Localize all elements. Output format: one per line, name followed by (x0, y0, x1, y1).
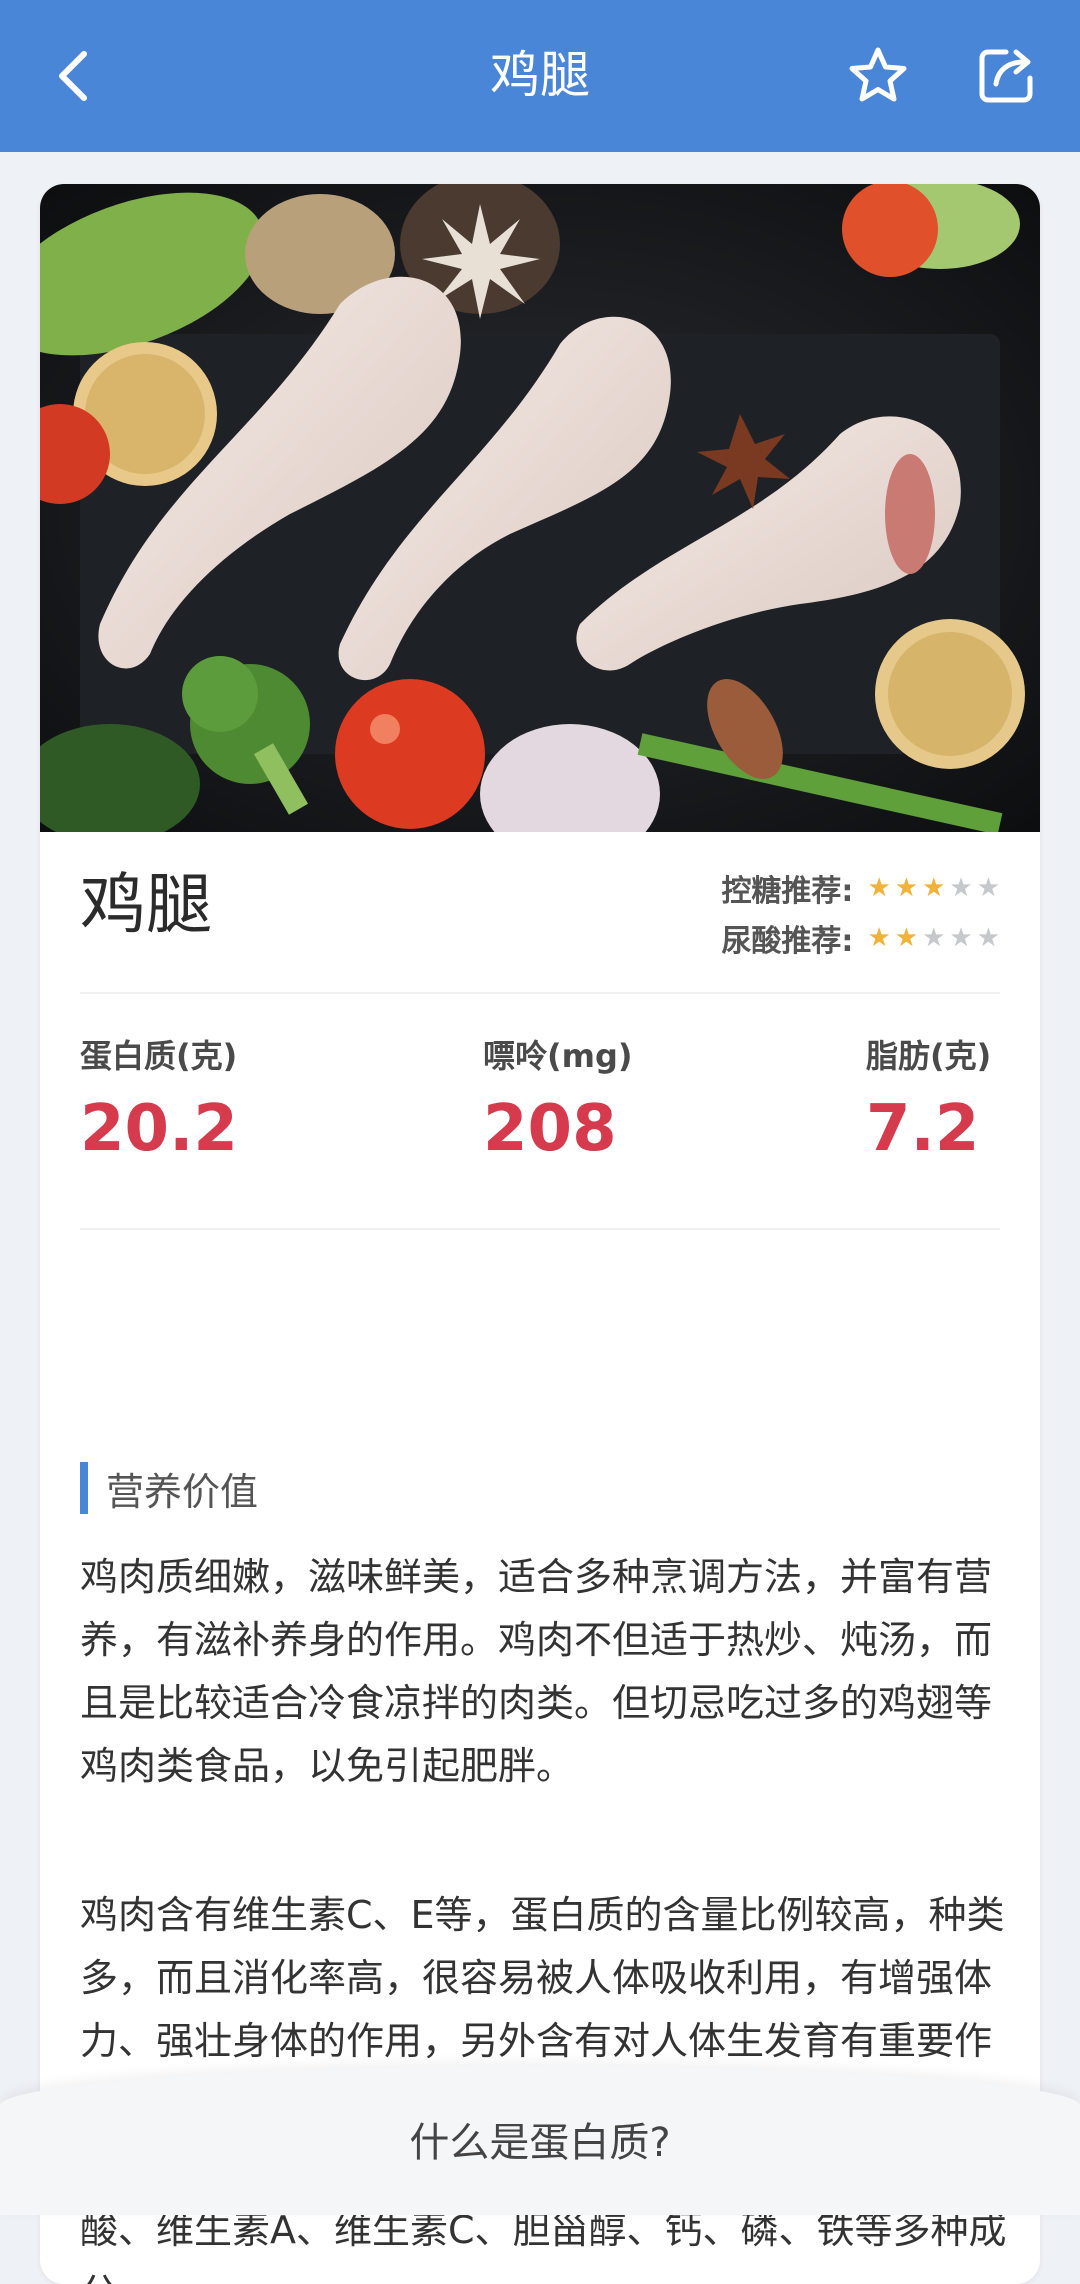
related-question[interactable]: 什么是蛋白质? (0, 2110, 1080, 2168)
star-outline-icon[interactable] (838, 36, 918, 116)
star-filled-icon: ★ (922, 873, 946, 903)
star-empty-icon: ★ (976, 923, 1000, 953)
nutrient-label: 脂肪(克) (866, 1037, 992, 1075)
page-title: 鸡腿 (490, 46, 590, 104)
food-detail-card: 鸡腿 控糖推荐: ★ ★ ★ ★ ★ 尿酸推荐: ★ ★ ★ ★ ★ 蛋白质(克) 20.2 嘌… (40, 184, 1040, 2284)
rating-stars: ★ ★ ★ ★ ★ (863, 923, 1000, 953)
food-photo (40, 184, 1040, 832)
star-empty-icon: ★ (949, 923, 973, 953)
top-bar: 鸡腿 (0, 0, 1080, 152)
star-filled-icon: ★ (867, 923, 891, 953)
star-filled-icon: ★ (867, 873, 891, 903)
paragraph: 鸡肉质细嫩，滋味鲜美，适合多种烹调方法，并富有营养，有滋补养身的作用。鸡肉不但适… (80, 1555, 993, 1788)
uric-acid-rating: 尿酸推荐: ★ ★ ★ ★ ★ (721, 916, 1000, 960)
nutrient-value: 7.2 (866, 1092, 980, 1166)
divider (80, 992, 1000, 994)
food-name: 鸡腿 (80, 866, 212, 943)
share-icon[interactable] (966, 36, 1046, 116)
divider (80, 1228, 1000, 1230)
related-question-bar[interactable]: 什么是蛋白质? (0, 2066, 1080, 2215)
rating-stars: ★ ★ ★ ★ ★ (863, 873, 1000, 903)
star-empty-icon: ★ (976, 873, 1000, 903)
sugar-control-rating: 控糖推荐: ★ ★ ★ ★ ★ (721, 866, 1000, 910)
rating-label: 尿酸推荐: (721, 924, 854, 959)
nutrient-protein: 蛋白质(克) 20.2 (80, 1034, 238, 1174)
nutrient-value: 20.2 (80, 1092, 238, 1166)
star-empty-icon: ★ (949, 873, 973, 903)
section-accent-bar (80, 1462, 88, 1514)
star-filled-icon: ★ (894, 873, 919, 903)
star-empty-icon: ★ (922, 923, 946, 953)
nutrient-label: 嘌呤(mg) (483, 1037, 633, 1075)
section-header: 营养价值 (80, 1462, 258, 1514)
nutrient-fat: 脂肪(克) 7.2 (866, 1034, 991, 1174)
nutrient-value: 208 (483, 1092, 617, 1166)
section-title: 营养价值 (106, 1469, 259, 1514)
nutrient-label: 蛋白质(克) (80, 1037, 238, 1075)
star-filled-icon: ★ (894, 923, 919, 953)
nutrient-purine: 嘌呤(mg) 208 (483, 1034, 633, 1174)
rating-label: 控糖推荐: (721, 874, 854, 909)
